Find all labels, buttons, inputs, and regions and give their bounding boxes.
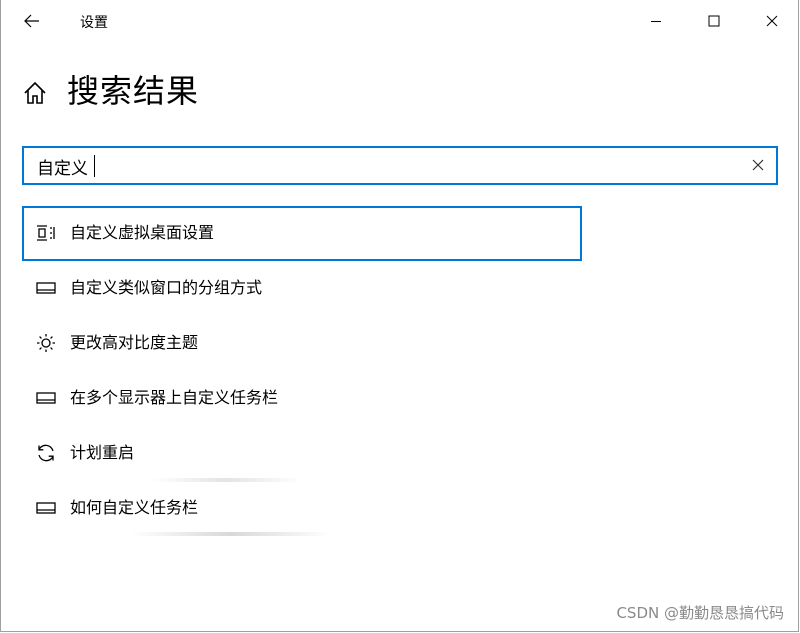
taskbar-icon xyxy=(35,388,57,408)
title-bar: 设置 xyxy=(1,0,800,42)
result-item-group-windows[interactable]: 自定义类似窗口的分组方式 xyxy=(22,261,582,316)
virtual-desktop-icon xyxy=(35,223,57,243)
result-item-high-contrast[interactable]: 更改高对比度主题 xyxy=(22,316,582,371)
result-label: 计划重启 xyxy=(70,443,135,462)
search-box[interactable] xyxy=(22,146,778,185)
taskbar-icon xyxy=(35,278,57,298)
back-button[interactable] xyxy=(17,8,47,34)
text-caret xyxy=(94,155,95,177)
back-arrow-icon xyxy=(24,14,39,28)
result-item-virtual-desktop[interactable]: 自定义虚拟桌面设置 xyxy=(22,206,582,261)
minimize-button[interactable] xyxy=(633,0,679,42)
maximize-icon xyxy=(708,15,720,27)
clear-search-button[interactable] xyxy=(750,157,766,173)
minimize-icon xyxy=(651,21,661,22)
settings-window: 设置 搜索结果 自定义 自定义虚拟桌面设置 自定义类似窗口的分组方式 更改高对比… xyxy=(0,0,799,632)
page-title: 搜索结果 xyxy=(67,72,200,110)
decorative-smudge xyxy=(131,532,331,536)
decorative-smudge xyxy=(151,478,301,482)
result-item-multi-monitor-taskbar[interactable]: 在多个显示器上自定义任务栏 xyxy=(22,371,582,426)
home-icon[interactable] xyxy=(22,80,48,106)
result-item-customize-taskbar[interactable]: 如何自定义任务栏 xyxy=(22,481,582,536)
result-label: 如何自定义任务栏 xyxy=(70,498,199,517)
window-title: 设置 xyxy=(80,15,108,31)
close-icon xyxy=(766,15,778,27)
refresh-icon xyxy=(35,443,57,463)
result-label: 自定义类似窗口的分组方式 xyxy=(70,278,263,297)
result-label: 更改高对比度主题 xyxy=(70,333,199,352)
close-button[interactable] xyxy=(749,0,795,42)
search-input[interactable] xyxy=(37,154,717,178)
maximize-button[interactable] xyxy=(691,0,737,42)
taskbar-icon xyxy=(35,498,57,518)
result-label: 在多个显示器上自定义任务栏 xyxy=(70,388,279,407)
result-label: 自定义虚拟桌面设置 xyxy=(70,223,215,242)
result-item-schedule-restart[interactable]: 计划重启 xyxy=(22,426,582,481)
watermark: CSDN @勤勤恳恳搞代码 xyxy=(616,604,784,622)
brightness-icon xyxy=(35,333,57,353)
clear-icon xyxy=(752,159,764,171)
